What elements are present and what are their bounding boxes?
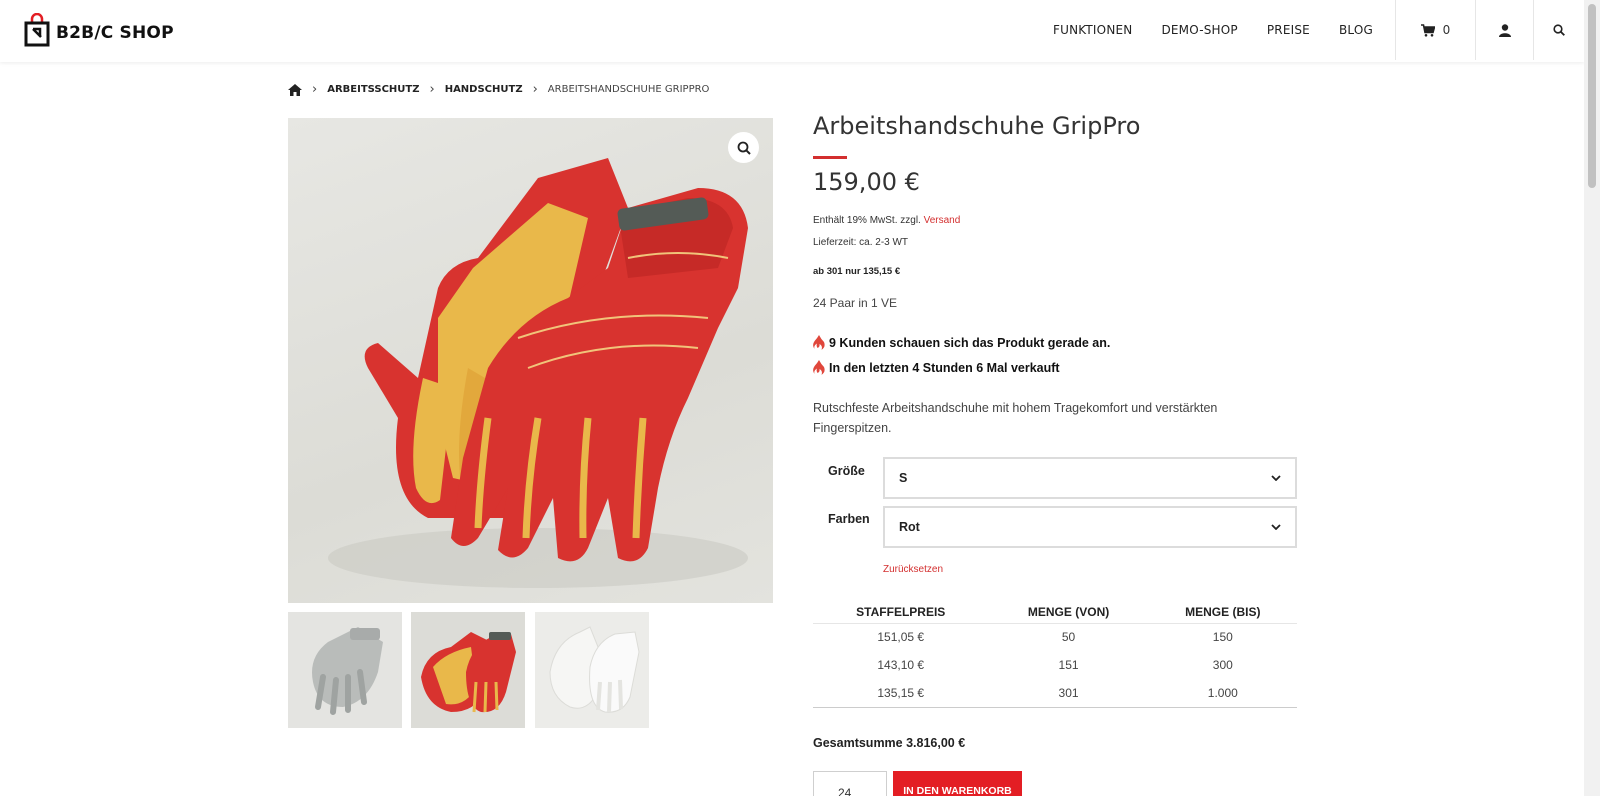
thumbnail-white-glove[interactable]: [535, 612, 649, 728]
nav-funktionen[interactable]: FUNKTIONEN: [1053, 23, 1132, 37]
logo-text: B2B/C SHOP: [56, 23, 174, 43]
account-button[interactable]: [1475, 0, 1533, 60]
logo[interactable]: B2B/C SHOP: [24, 13, 174, 47]
white-glove-thumbnail-image: [549, 626, 640, 713]
zoom-button[interactable]: [728, 132, 759, 163]
size-select-value: S: [899, 471, 908, 485]
color-select[interactable]: Rot: [883, 506, 1297, 548]
scrollbar[interactable]: [1584, 0, 1600, 796]
tax-text: Enthält 19% MwSt. zzgl.: [813, 215, 921, 226]
promo-sold-text: In den letzten 4 Stunden 6 Mal verkauft: [829, 360, 1060, 375]
cart-count: 0: [1442, 23, 1451, 37]
product-price: 159,00 €: [813, 168, 920, 196]
chevron-right-icon: ›: [312, 82, 318, 97]
tax-info: Enthält 19% MwSt. zzgl. Versand: [813, 215, 960, 226]
nav-preise[interactable]: PREISE: [1267, 23, 1310, 37]
column-header: STAFFELPREIS: [813, 601, 989, 624]
table-header-row: STAFFELPREIS MENGE (VON) MENGE (BIS): [813, 601, 1297, 624]
packaging-unit: 24 Paar in 1 VE: [813, 296, 898, 310]
breadcrumb-arbeitsschutz[interactable]: ARBEITSSCHUTZ: [327, 84, 419, 95]
cart-button[interactable]: 0: [1395, 0, 1475, 60]
size-label: Größe: [828, 464, 865, 478]
total-sum: Gesamtsumme 3.816,00 €: [813, 736, 966, 750]
nav-blog[interactable]: BLOG: [1339, 23, 1373, 37]
product-main-image[interactable]: [288, 118, 773, 603]
search-icon: [1553, 24, 1565, 36]
tier-price-cell: 135,15 €: [813, 679, 989, 708]
add-to-cart-button[interactable]: IN DEN WARENKORB: [893, 771, 1022, 796]
promo-viewers: 9 Kunden schauen sich das Produkt gerade…: [813, 335, 1110, 350]
product-title: Arbeitshandschuhe GripPro: [813, 112, 1141, 140]
tier-price-cell: 151,05 €: [877, 630, 925, 645]
thumbnail-red-glove[interactable]: [411, 612, 525, 728]
product-description: Rutschfeste Arbeitshandschuhe mit hohem …: [813, 401, 1218, 435]
scrollbar-thumb[interactable]: [1588, 4, 1596, 188]
site-header: B2B/C SHOP FUNKTIONEN DEMO-SHOP PREISE B…: [0, 0, 1584, 62]
tier-from-cell: 50: [1061, 630, 1076, 645]
fire-icon: [813, 360, 825, 375]
title-underline: [813, 156, 847, 159]
chevron-right-icon: ›: [429, 82, 435, 97]
logo-bag-icon: [24, 13, 50, 47]
table-row: 143,10 € 151 300: [813, 651, 1297, 679]
fire-icon: [813, 335, 825, 350]
column-header: MENGE (VON): [988, 601, 1149, 624]
breadcrumb-current: ARBEITSHANDSCHUHE GRIPPRO: [547, 84, 710, 95]
reset-variations-link[interactable]: Zurücksetzen: [883, 564, 943, 575]
color-select-value: Rot: [899, 520, 920, 534]
tier-to-cell: 300: [1212, 658, 1233, 672]
chevron-right-icon: ›: [532, 82, 538, 97]
thumbnail-grey-glove[interactable]: [288, 612, 402, 728]
tier-from-cell: 301: [988, 679, 1149, 708]
cart-icon: [1420, 23, 1435, 37]
promo-sold: In den letzten 4 Stunden 6 Mal verkauft: [813, 360, 1060, 375]
tier-to-cell: 150: [1212, 630, 1233, 645]
tier-price-cell: 143,10 €: [877, 658, 925, 672]
home-icon[interactable]: [288, 83, 302, 96]
chevron-down-icon: [1271, 475, 1281, 481]
user-icon: [1498, 23, 1511, 37]
table-row: 135,15 € 301 1.000: [813, 679, 1297, 708]
breadcrumb-handschutz[interactable]: HANDSCHUTZ: [445, 84, 523, 95]
breadcrumb: › ARBEITSSCHUTZ › HANDSCHUTZ › ARBEITSHA…: [288, 82, 709, 97]
glove-illustration: [328, 158, 748, 588]
header-search-button[interactable]: [1533, 0, 1584, 60]
chevron-down-icon: [1271, 524, 1281, 530]
color-label: Farben: [828, 512, 870, 526]
red-glove-thumbnail-image: [421, 632, 516, 713]
bulk-price-note: ab 301 nur 135,15 €: [813, 266, 901, 277]
quantity-input[interactable]: 24: [813, 771, 887, 796]
promo-viewers-text: 9 Kunden schauen sich das Produkt gerade…: [829, 335, 1111, 350]
main-nav: FUNKTIONEN DEMO-SHOP PREISE BLOG: [1053, 0, 1402, 60]
zoom-icon: [737, 141, 751, 155]
delivery-time: Lieferzeit: ca. 2-3 WT: [813, 237, 909, 248]
grey-glove-thumbnail-image: [312, 627, 383, 715]
nav-demo-shop[interactable]: DEMO-SHOP: [1161, 23, 1237, 37]
tier-to-cell: 1.000: [1148, 679, 1297, 708]
size-select[interactable]: S: [883, 457, 1297, 499]
column-header: MENGE (BIS): [1148, 601, 1297, 624]
shipping-link[interactable]: Versand: [924, 215, 961, 226]
tier-price-table: STAFFELPREIS MENGE (VON) MENGE (BIS) 151…: [813, 601, 1297, 708]
tier-from-cell: 151: [1058, 658, 1079, 672]
table-row: 151,05 € 50 150: [813, 623, 1297, 651]
